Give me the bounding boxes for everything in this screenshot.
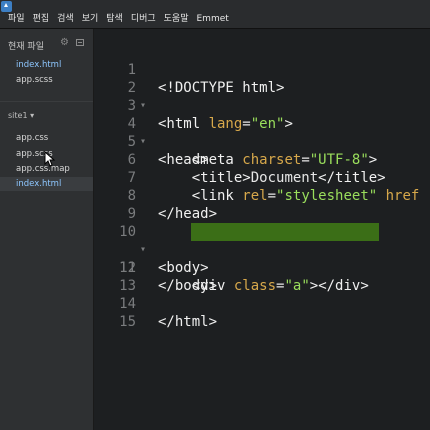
code-line: 7 <link rel="stylesheet" href (94, 151, 430, 204)
code-line: 5 <meta charset="UTF-8"> (94, 115, 430, 168)
sidebar: 현재 파일 ⚙ index.html app.scss site1 ▾ app.… (0, 29, 94, 430)
code-line: 9 (94, 187, 430, 222)
gear-icon[interactable]: ⚙ (60, 38, 69, 48)
code-line: 12 </body> (94, 241, 430, 294)
menu-view[interactable]: 보기 (78, 13, 103, 25)
sidebar-divider (0, 101, 93, 102)
menu-bar: 파일 편집 검색 보기 탐색 디버그 도움말 Emmet (0, 0, 430, 29)
code-line: 3 (94, 79, 430, 114)
menu-edit[interactable]: 편집 (29, 13, 54, 25)
match-highlight (191, 223, 379, 241)
menu-emmet[interactable]: Emmet (193, 13, 233, 25)
tree-file-app-css-map[interactable]: app.css.map (16, 164, 70, 174)
menu: 파일 편집 검색 보기 탐색 디버그 도움말 Emmet (4, 13, 233, 25)
menu-navigate[interactable]: 탐색 (102, 13, 127, 25)
code-line: 6 <title>Document</title> (94, 133, 430, 186)
code-line: 2 ▾ <html lang="en"> (94, 61, 430, 132)
menu-debug[interactable]: 디버그 (127, 13, 160, 25)
project-dropdown[interactable]: site1 ▾ (8, 111, 34, 120)
code-line: 10 ▾ <body> (94, 205, 430, 276)
tree-file-index-html[interactable]: index.html (16, 179, 61, 189)
line-number: 15 (119, 314, 136, 330)
working-files-header: 현재 파일 (8, 42, 44, 52)
code-line: 15 (94, 295, 430, 330)
mouse-cursor-icon (44, 151, 56, 167)
code-line-highlighted: 11 <div class="a"></div> (94, 223, 430, 294)
split-view-icon[interactable] (76, 39, 84, 46)
code-line: 1 <!DOCTYPE html> (94, 43, 430, 96)
app-icon (1, 1, 12, 12)
code-line: 14 </html> (94, 277, 430, 330)
code-line: 13 (94, 259, 430, 294)
code-editor[interactable]: 1 <!DOCTYPE html> 2 ▾ <html lang="en"> 3… (94, 29, 430, 430)
working-file-app-scss[interactable]: app.scss (16, 75, 53, 85)
menu-find[interactable]: 검색 (53, 13, 78, 25)
tree-file-app-css[interactable]: app.css (16, 133, 48, 143)
menu-file[interactable]: 파일 (4, 13, 29, 25)
menu-help[interactable]: 도움말 (160, 13, 193, 25)
code-text: </html> (158, 314, 218, 330)
working-file-index-html[interactable]: index.html (16, 60, 61, 70)
code-line: 4 ▾ <head> (94, 97, 430, 168)
code-line: 8 </head> (94, 169, 430, 222)
